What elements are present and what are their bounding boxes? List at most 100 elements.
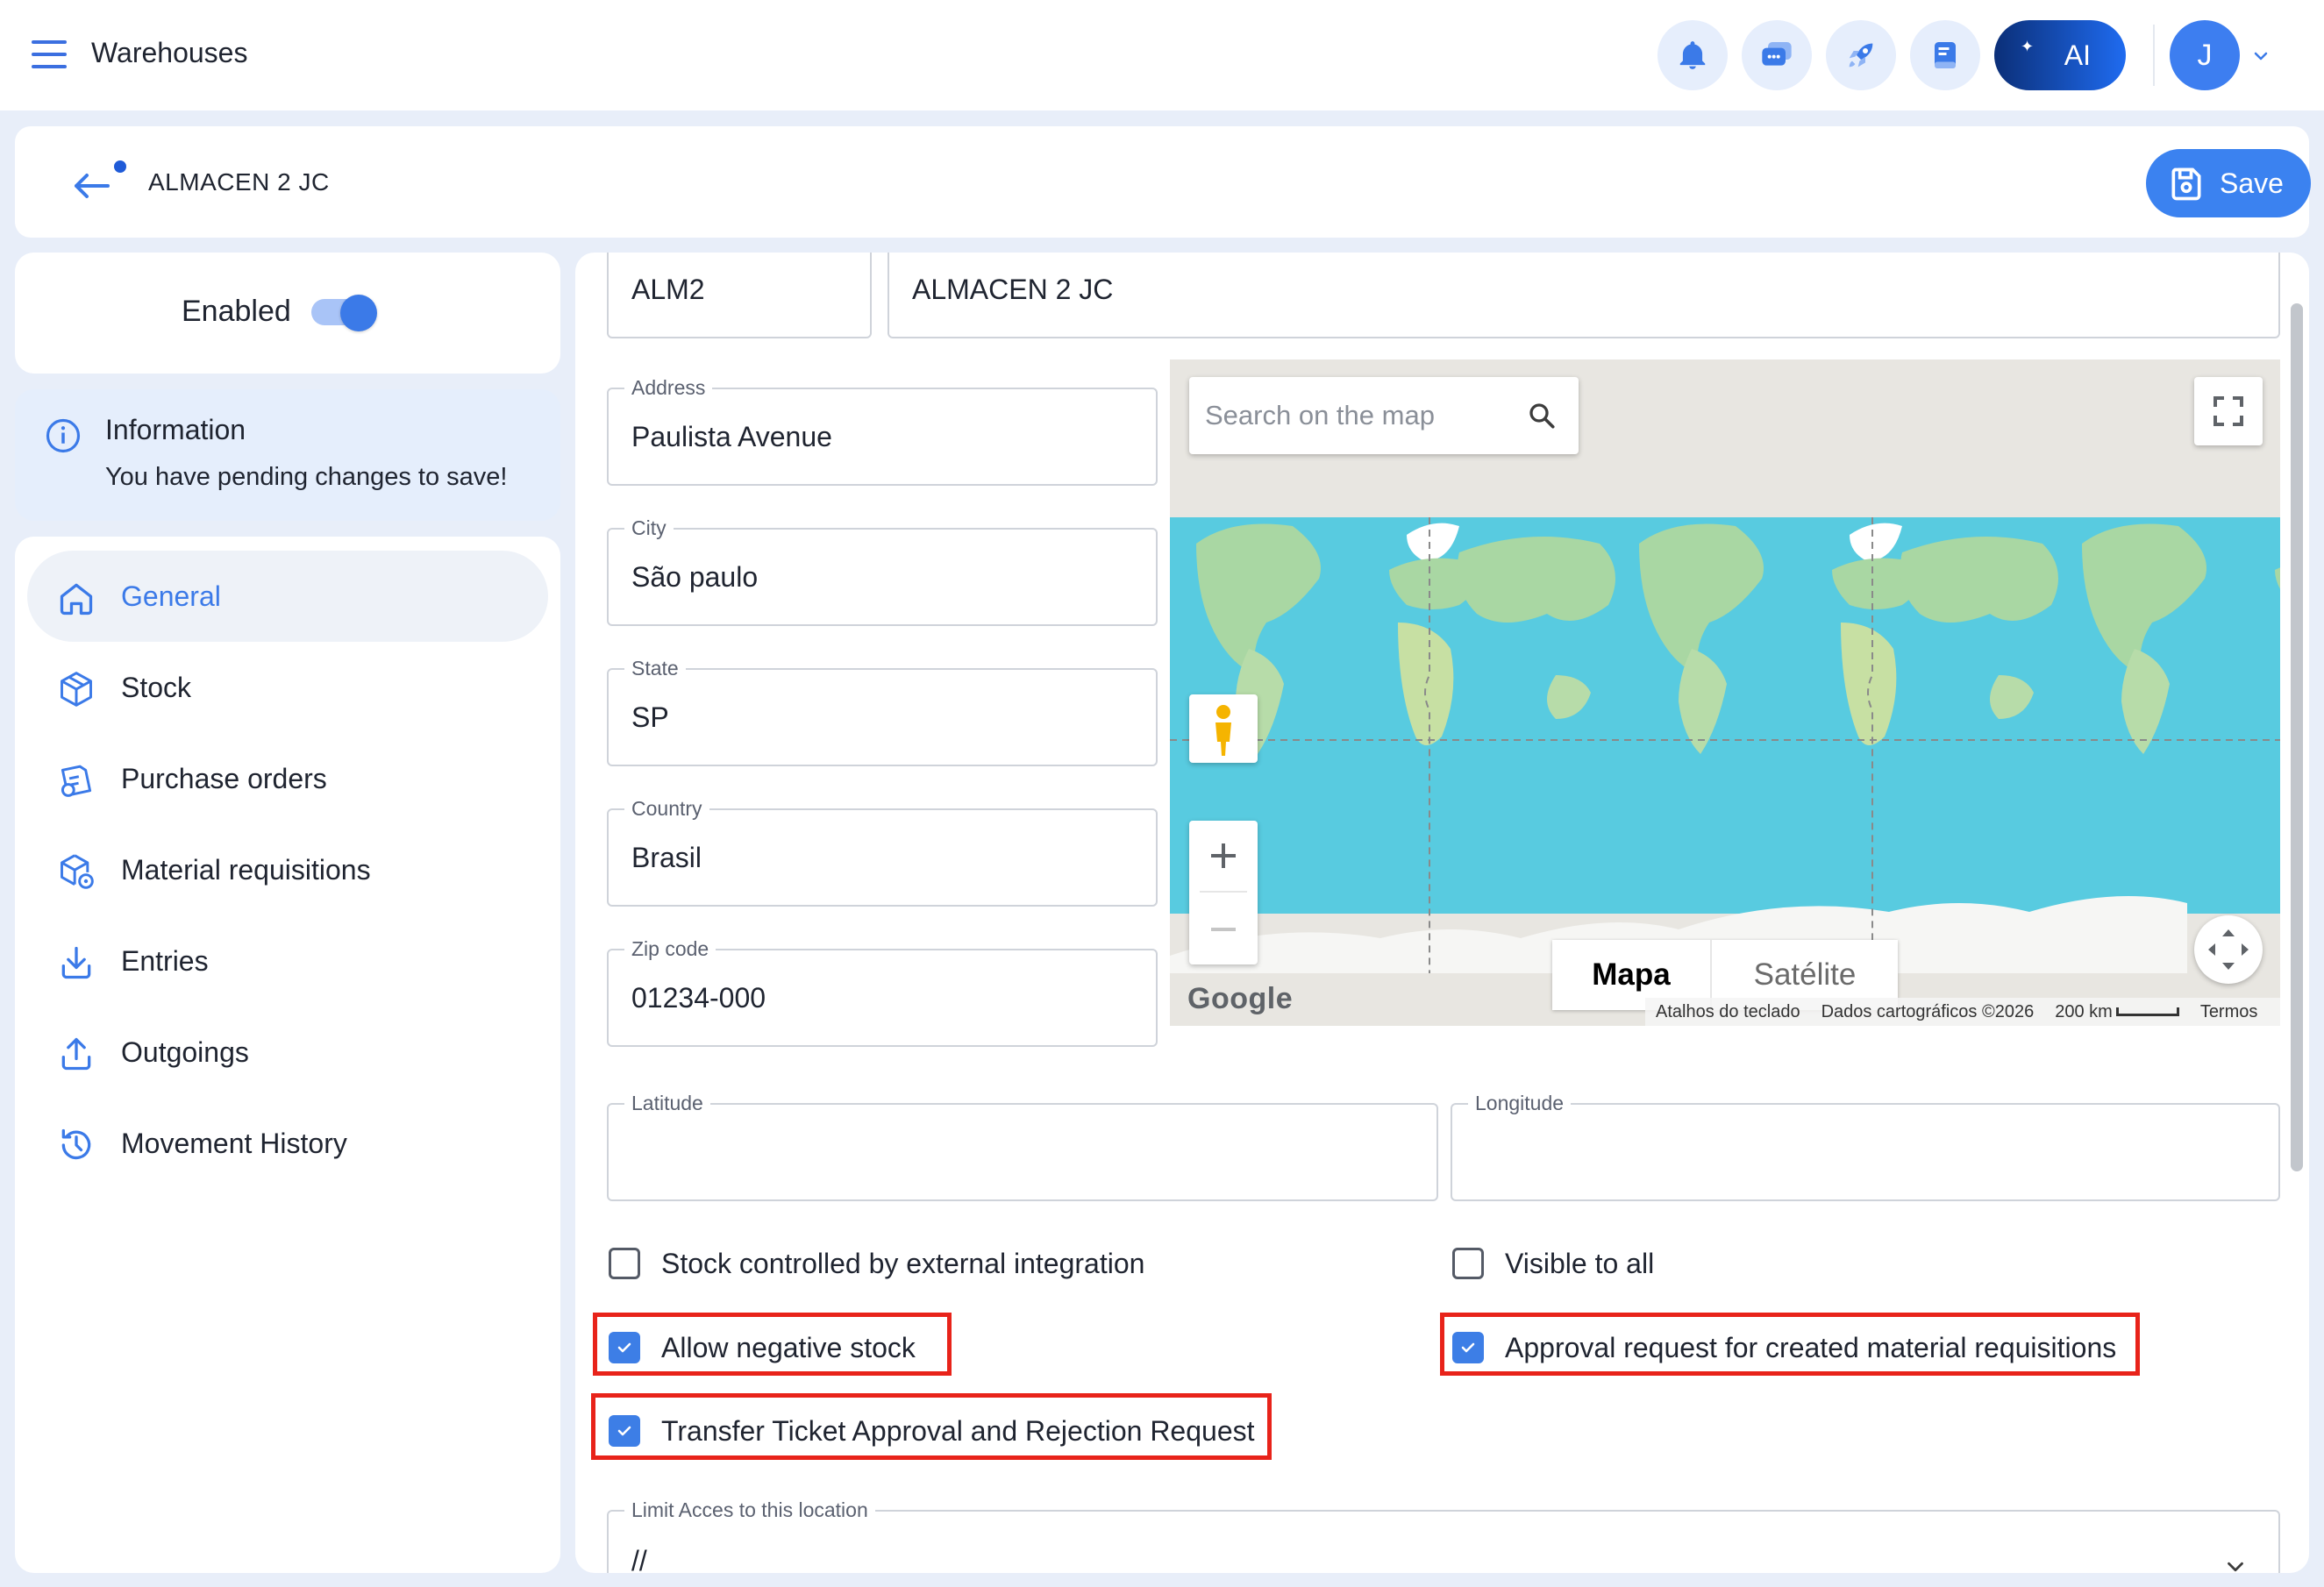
sidebar-item-label: Movement History (121, 1127, 347, 1159)
info-title: Information (105, 414, 246, 445)
transfer-ticket-checkbox[interactable] (609, 1415, 640, 1447)
longitude-label: Longitude (1468, 1092, 1572, 1115)
sidebar-item-movement-history[interactable]: Movement History (27, 1098, 548, 1189)
approval-requisitions-label: Approval request for created material re… (1505, 1331, 2117, 1363)
hamburger-menu-icon[interactable] (32, 40, 67, 68)
zip-code-label: Zip code (624, 937, 716, 961)
limit-access-value: // (631, 1545, 647, 1573)
back-arrow-icon[interactable] (64, 160, 127, 209)
longitude-field[interactable]: Longitude (1451, 1092, 2280, 1201)
save-button[interactable]: Save (2146, 149, 2311, 217)
chevron-down-icon[interactable] (2250, 46, 2271, 67)
city-label: City (624, 516, 674, 540)
state-label: State (624, 657, 686, 680)
external-integration-option: Stock controlled by external integration (609, 1244, 1144, 1283)
map-scale-label: 200 km (2055, 1001, 2113, 1021)
code-field[interactable]: ALM2 (607, 253, 872, 338)
sidebar-item-label: Purchase orders (121, 762, 327, 794)
rocket-icon[interactable] (1826, 20, 1896, 90)
checkmark-icon (617, 1342, 631, 1353)
pegman-icon (1215, 705, 1231, 756)
chat-icon[interactable] (1742, 20, 1812, 90)
sidebar-nav: General Stock Purchase orders Material r… (15, 537, 560, 1573)
sidebar-item-stock[interactable]: Stock (27, 642, 548, 733)
approval-requisitions-option: Approval request for created material re… (1452, 1328, 2116, 1367)
terms-link[interactable]: Termos (2200, 1002, 2258, 1022)
save-button-label: Save (2220, 167, 2284, 199)
transfer-ticket-label: Transfer Ticket Approval and Rejection R… (661, 1414, 1255, 1447)
info-icon (46, 418, 81, 453)
checkmark-icon (617, 1426, 631, 1436)
name-field[interactable]: ALMACEN 2 JC (888, 253, 2280, 338)
visible-to-all-label: Visible to all (1505, 1247, 1655, 1279)
sidebar-item-entries[interactable]: Entries (27, 915, 548, 1007)
address-label: Address (624, 376, 713, 400)
zoom-out-button[interactable] (1189, 894, 1258, 964)
chevron-down-icon (2228, 1562, 2243, 1572)
sidebar-item-outgoings[interactable]: Outgoings (27, 1007, 548, 1098)
negative-stock-option: Allow negative stock (609, 1328, 916, 1367)
move-arrows-icon (2208, 929, 2249, 970)
keyboard-shortcuts-link[interactable]: Atalhos do teclado (1656, 1002, 1800, 1022)
divider (1200, 891, 1247, 893)
street-view-pegman[interactable] (1189, 694, 1258, 763)
info-text: You have pending changes to save! (105, 463, 508, 491)
map-search-input[interactable]: Search on the map (1189, 377, 1579, 454)
scrollbar[interactable] (2291, 303, 2303, 1171)
box-icon (61, 672, 92, 707)
code-value: ALM2 (631, 274, 705, 305)
notes-icon[interactable] (1910, 20, 1980, 90)
save-icon (2171, 167, 2201, 201)
fullscreen-button[interactable] (2194, 377, 2263, 445)
latitude-field[interactable]: Latitude (607, 1092, 1438, 1201)
purchase-order-icon (61, 765, 92, 797)
state-field[interactable]: State SP (607, 657, 1158, 766)
country-field[interactable]: Country Brasil (607, 797, 1158, 907)
external-integration-checkbox[interactable] (609, 1248, 640, 1279)
map-scale[interactable]: 200 km (2055, 1002, 2179, 1022)
minus-icon (1211, 928, 1236, 931)
limit-access-select[interactable]: Limit Acces to this location // (607, 1498, 2280, 1573)
name-value: ALMACEN 2 JC (912, 274, 1114, 305)
top-bar: Warehouses ✦ AI J (0, 0, 2324, 110)
address-field[interactable]: Address Paulista Avenue (607, 376, 1158, 486)
history-icon (61, 1128, 91, 1160)
visible-to-all-checkbox[interactable] (1452, 1248, 1484, 1279)
sidebar-item-material-requisitions[interactable]: Material requisitions (27, 824, 548, 915)
home-icon (60, 583, 93, 616)
map[interactable]: Search on the map Mapa Satélite Google A… (1170, 359, 2280, 1026)
bell-icon[interactable] (1657, 20, 1728, 90)
city-field[interactable]: City São paulo (607, 516, 1158, 626)
scale-bar (2115, 1007, 2179, 1017)
google-logo: Google (1187, 982, 1294, 1015)
map-attribution: Atalhos do teclado Dados cartográficos ©… (1645, 998, 2280, 1026)
zoom-controls (1189, 821, 1258, 964)
city-value: São paulo (631, 561, 759, 593)
ai-button-label: AI (2064, 39, 2091, 71)
zip-code-field[interactable]: Zip code 01234-000 (607, 937, 1158, 1047)
ai-button[interactable]: ✦ AI (1994, 20, 2126, 90)
transfer-ticket-option: Transfer Ticket Approval and Rejection R… (609, 1412, 1255, 1450)
limit-access-label: Limit Acces to this location (624, 1498, 875, 1522)
address-value: Paulista Avenue (631, 421, 832, 452)
info-banner: Information You have pending changes to … (15, 389, 560, 521)
approval-requisitions-checkbox[interactable] (1452, 1332, 1484, 1363)
plus-icon (1211, 843, 1236, 868)
zip-code-value: 01234-000 (631, 982, 766, 1014)
world-map (1170, 359, 2280, 1026)
negative-stock-checkbox[interactable] (609, 1332, 640, 1363)
enabled-toggle[interactable] (340, 295, 377, 331)
zoom-in-button[interactable] (1189, 821, 1258, 891)
enabled-card: Enabled (15, 253, 560, 374)
map-data-text: Dados cartográficos ©2026 (1821, 1001, 2035, 1021)
avatar[interactable]: J (2170, 20, 2240, 90)
sidebar-item-purchase-orders[interactable]: Purchase orders (27, 733, 548, 824)
enabled-label: Enabled (182, 295, 291, 328)
fullscreen-icon (2214, 396, 2243, 426)
sidebar-item-label: Outgoings (121, 1035, 249, 1068)
sidebar-item-general[interactable]: General (27, 551, 548, 642)
box-settings-icon (61, 854, 94, 889)
app-title: Warehouses (91, 37, 248, 68)
camera-control[interactable] (2194, 915, 2263, 984)
state-value: SP (631, 701, 669, 733)
